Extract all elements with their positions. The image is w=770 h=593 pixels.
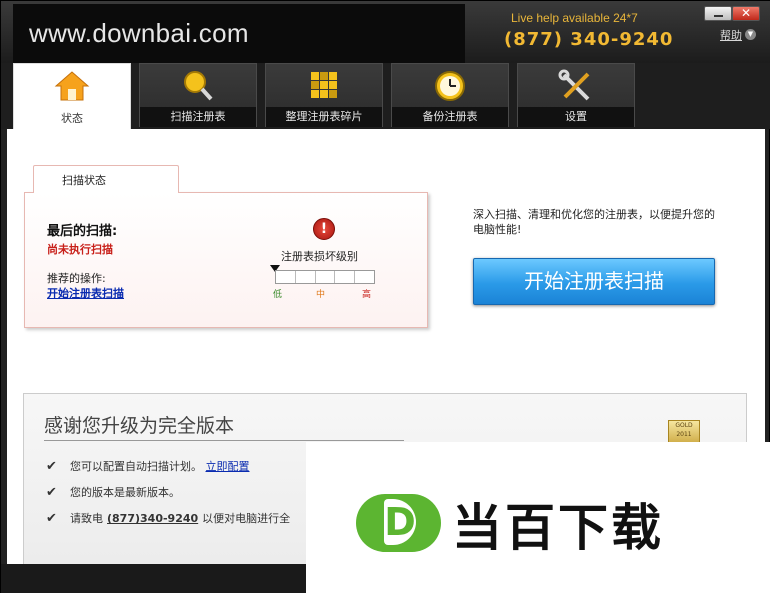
- tab-backup-registry-label: 备份注册表: [392, 107, 508, 127]
- home-icon: [54, 71, 90, 101]
- last-scan-label: 最后的扫描:: [47, 224, 118, 239]
- check-icon: ✔: [46, 485, 57, 500]
- feature-call-pre: 请致电: [70, 512, 103, 525]
- chevron-down-icon[interactable]: ▼: [745, 29, 756, 40]
- tab-status[interactable]: 状态: [13, 63, 131, 129]
- tab-scan-registry[interactable]: 扫描注册表: [139, 63, 257, 127]
- last-scan-value: 尚未执行扫描: [47, 243, 113, 256]
- feature-latest-version: ✔ 您的版本是最新版本。: [46, 484, 180, 500]
- main-tabs: 状态 扫描注册表 整理注册表碎片 备份注册表 设置: [1, 63, 770, 129]
- badge-top-text: GOLD: [675, 422, 693, 429]
- upgrade-title: 感谢您升级为完全版本: [44, 415, 235, 437]
- scan-status-tab-label: 扫描状态: [62, 174, 106, 187]
- meter-high-label: 高: [362, 290, 372, 300]
- support-phone: (877) 340-9240: [504, 29, 674, 50]
- check-icon: ✔: [46, 459, 57, 474]
- app-window: www.downbai.com Live help available 24*7…: [0, 0, 770, 593]
- watermark-logo: 当百下载: [306, 442, 770, 593]
- meter-mid-label: 中: [316, 290, 326, 300]
- warning-icon: !: [313, 218, 335, 240]
- watermark-text: www.downbai.com: [29, 18, 249, 48]
- feature-latest-version-text: 您的版本是最新版本。: [70, 486, 180, 499]
- feature-schedule-text: 您可以配置自动扫描计划。: [70, 460, 202, 473]
- start-scan-button[interactable]: 开始注册表扫描: [473, 258, 715, 305]
- bottom-strip: [1, 564, 306, 593]
- logo-d-icon: [356, 494, 441, 552]
- badge-year-text: 2011: [676, 431, 692, 438]
- tab-defrag-registry[interactable]: 整理注册表碎片: [265, 63, 383, 127]
- magnifier-icon: [184, 71, 213, 101]
- tab-backup-registry[interactable]: 备份注册表: [391, 63, 509, 127]
- header: www.downbai.com Live help available 24*7…: [1, 1, 770, 66]
- clock-icon: [435, 71, 465, 101]
- support-phone-link[interactable]: (877)340-9240: [107, 512, 198, 525]
- tab-settings-label: 设置: [518, 107, 634, 127]
- logo-text: 当百下载: [452, 499, 664, 557]
- minimize-button[interactable]: [704, 6, 732, 21]
- tools-icon: [558, 69, 590, 101]
- tab-status-label: 状态: [14, 109, 130, 129]
- live-help-text: Live help available 24*7: [511, 11, 638, 25]
- start-scan-link[interactable]: 开始注册表扫描: [47, 285, 124, 301]
- tab-settings[interactable]: 设置: [517, 63, 635, 127]
- scan-status-panel: 最后的扫描: 尚未执行扫描 推荐的操作: 开始注册表扫描 ! 注册表损坏级别 低…: [24, 192, 428, 328]
- check-icon: ✔: [46, 511, 57, 526]
- tab-defrag-registry-label: 整理注册表碎片: [266, 107, 382, 127]
- help-link[interactable]: 帮助: [720, 27, 742, 43]
- defrag-icon: [311, 72, 337, 98]
- recommended-action-label: 推荐的操作:: [47, 272, 106, 285]
- feature-call-post: 以便对电脑进行全: [202, 512, 291, 525]
- divider: [44, 440, 404, 441]
- configure-now-link[interactable]: 立即配置: [206, 460, 250, 473]
- damage-level-label: 注册表损坏级别: [281, 250, 358, 263]
- feature-call-support: ✔ 请致电 (877)340-9240 以便对电脑进行全: [46, 510, 290, 526]
- meter-low-label: 低: [273, 290, 283, 300]
- intro-text: 深入扫描、清理和优化您的注册表，以便提升您的电脑性能!: [473, 208, 715, 236]
- watermark: www.downbai.com: [13, 4, 465, 66]
- close-button[interactable]: ✕: [732, 6, 760, 21]
- feature-schedule: ✔ 您可以配置自动扫描计划。 立即配置: [46, 458, 250, 474]
- tab-scan-registry-label: 扫描注册表: [140, 107, 256, 127]
- scan-status-tab: 扫描状态: [33, 165, 179, 193]
- damage-meter: [275, 270, 375, 284]
